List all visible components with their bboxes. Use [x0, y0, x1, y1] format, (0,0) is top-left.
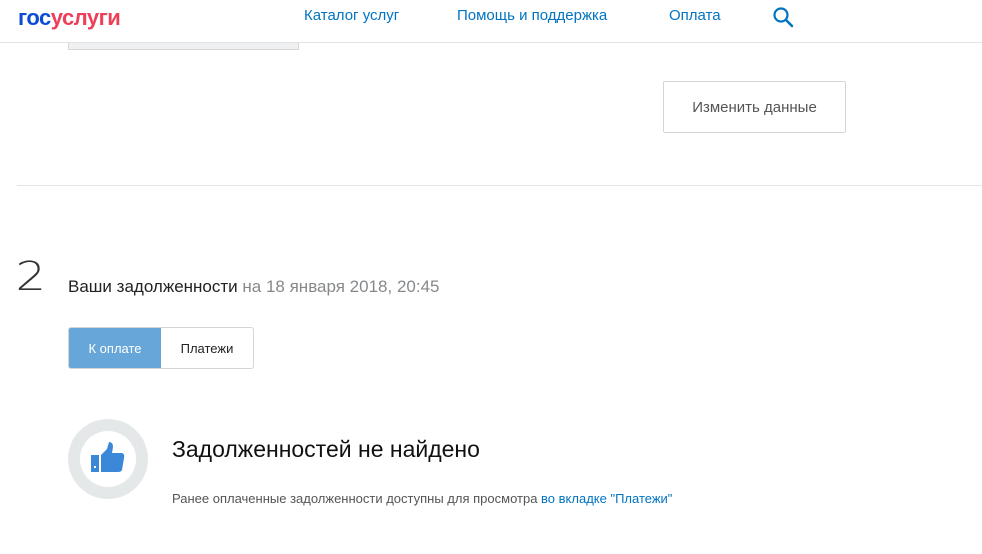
- tab-to-pay[interactable]: К оплате: [69, 328, 161, 368]
- debt-tabs: К оплате Платежи: [68, 327, 254, 369]
- nav-help[interactable]: Помощь и поддержка: [457, 7, 607, 24]
- payments-tab-link[interactable]: во вкладке "Платежи": [541, 491, 672, 506]
- edit-data-button[interactable]: Изменить данные: [663, 81, 846, 133]
- search-icon[interactable]: [772, 6, 794, 33]
- section-date: на 18 января 2018, 20:45: [242, 277, 440, 296]
- nav-payment[interactable]: Оплата: [669, 7, 721, 24]
- section-number: 2: [15, 254, 46, 300]
- section-title: Ваши задолженности на 18 января 2018, 20…: [68, 277, 440, 296]
- empty-title: Задолженностей не найдено: [172, 436, 480, 462]
- thumbs-up-icon: [91, 442, 125, 472]
- divider: [17, 185, 982, 186]
- nav-catalog[interactable]: Каталог услуг: [304, 7, 399, 24]
- gosuslugi-logo[interactable]: госуслуги: [18, 5, 121, 31]
- tab-payments[interactable]: Платежи: [161, 328, 253, 368]
- empty-state-badge: [68, 419, 148, 499]
- empty-note: Ранее оплаченные задолженности доступны …: [172, 491, 673, 506]
- header: госуслуги Каталог услуг Помощь и поддерж…: [0, 0, 982, 43]
